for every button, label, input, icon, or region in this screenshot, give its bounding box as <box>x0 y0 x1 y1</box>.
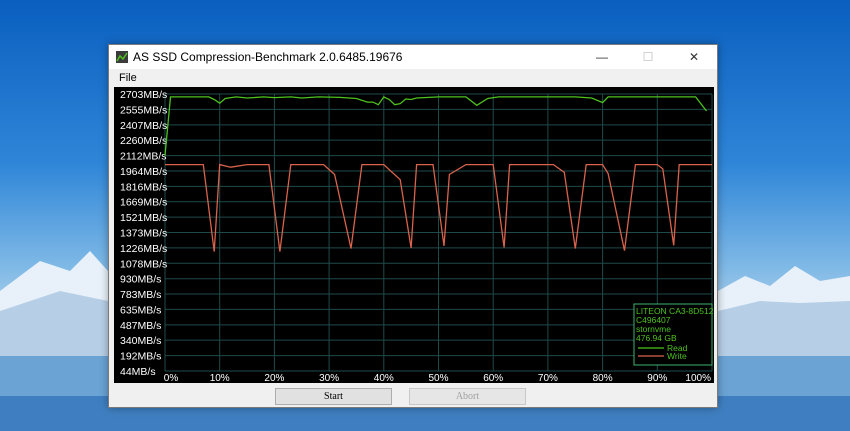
minimize-button[interactable]: — <box>579 45 625 69</box>
x-tick-label: 30% <box>319 373 339 383</box>
x-tick-label: 0% <box>164 373 179 383</box>
y-tick-label: 340MB/s <box>120 335 161 347</box>
y-tick-label: 1226MB/s <box>120 243 167 255</box>
y-tick-label: 783MB/s <box>120 289 161 301</box>
x-tick-label: 20% <box>264 373 284 383</box>
y-tick-label: 1816MB/s <box>120 181 167 193</box>
x-tick-label: 90% <box>647 373 667 383</box>
x-tick-label: 40% <box>374 373 394 383</box>
y-tick-label: 1373MB/s <box>120 228 167 240</box>
y-tick-label: 2407MB/s <box>120 120 167 132</box>
y-tick-label: 1964MB/s <box>120 166 167 178</box>
y-tick-label: 930MB/s <box>120 274 161 286</box>
y-tick-label: 1669MB/s <box>120 197 167 209</box>
menu-bar: File <box>109 69 717 86</box>
button-row: Start Abort <box>109 387 719 407</box>
y-tick-label: 1078MB/s <box>120 258 167 270</box>
title-bar[interactable]: AS SSD Compression-Benchmark 2.0.6485.19… <box>109 45 717 69</box>
start-button[interactable]: Start <box>275 388 392 405</box>
y-tick-label: 2703MB/s <box>120 89 167 101</box>
close-button[interactable]: ✕ <box>671 45 717 69</box>
legend-entry-write: Write <box>667 351 687 361</box>
y-tick-label: 2112MB/s <box>120 151 167 163</box>
window-title: AS SSD Compression-Benchmark 2.0.6485.19… <box>133 50 403 64</box>
benchmark-chart: 2703MB/s 2555MB/s 2407MB/s 2260MB/s 2112MB/s… <box>114 87 714 383</box>
benchmark-window: AS SSD Compression-Benchmark 2.0.6485.19… <box>108 44 718 408</box>
maximize-button[interactable]: ☐ <box>625 45 671 69</box>
y-tick-label: 2555MB/s <box>120 104 167 116</box>
x-tick-label: 50% <box>428 373 448 383</box>
legend-device-line: 476.94 GB <box>636 333 677 343</box>
abort-button[interactable]: Abort <box>409 388 526 405</box>
y-tick-label: 1521MB/s <box>120 212 167 224</box>
x-tick-label: 10% <box>210 373 230 383</box>
y-tick-label: 487MB/s <box>120 320 161 332</box>
x-tick-label: 70% <box>538 373 558 383</box>
x-tick-label: 80% <box>593 373 613 383</box>
x-tick-label: 60% <box>483 373 503 383</box>
y-tick-label: 192MB/s <box>120 351 161 363</box>
menu-file[interactable]: File <box>119 72 137 84</box>
y-tick-label: 44MB/s <box>120 366 156 378</box>
y-tick-label: 635MB/s <box>120 304 161 316</box>
app-icon <box>116 51 128 63</box>
y-tick-label: 2260MB/s <box>120 135 167 147</box>
series-line-read <box>164 96 708 156</box>
x-tick-label: 100% <box>685 373 711 383</box>
